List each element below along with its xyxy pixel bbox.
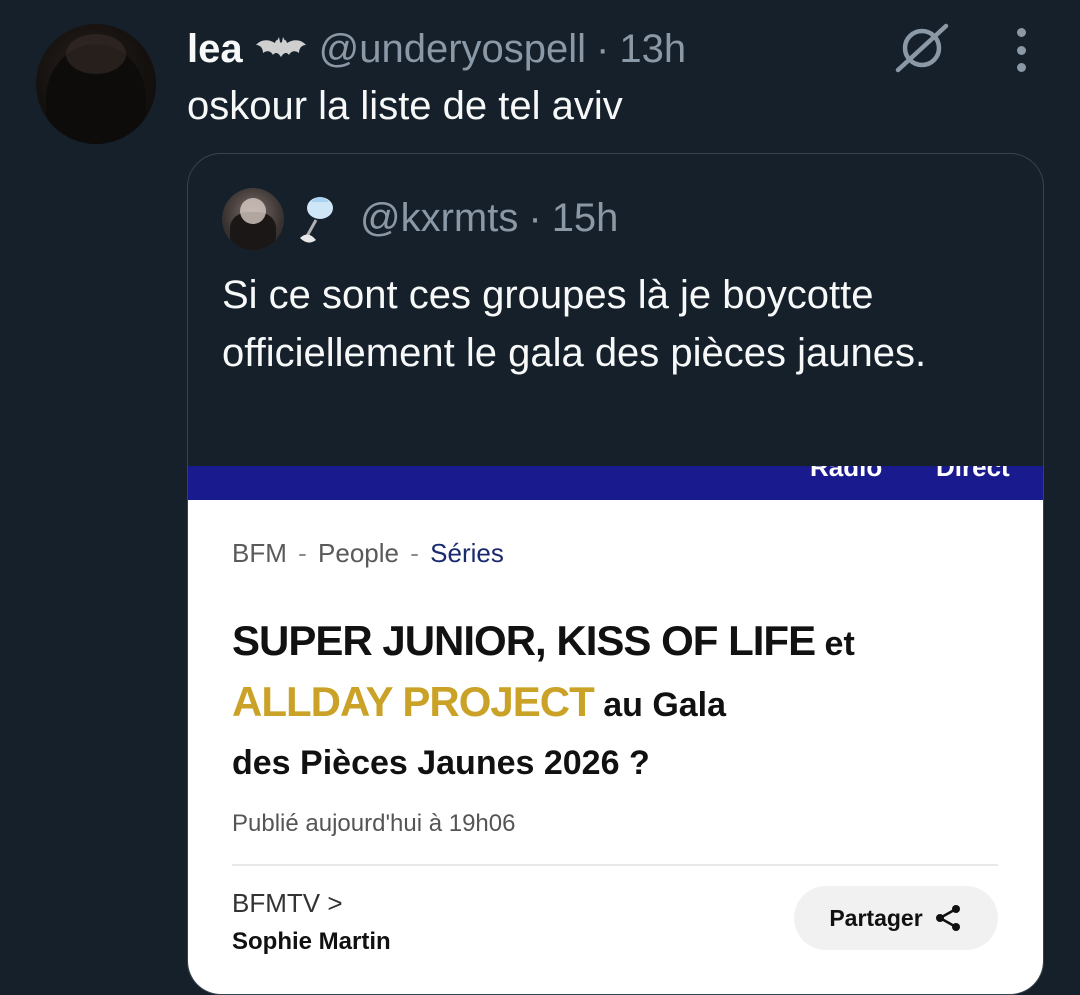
breadcrumb: BFM - People - Séries bbox=[232, 538, 504, 569]
quoted-name-emoji-icon bbox=[300, 197, 333, 243]
timestamp[interactable]: 13h bbox=[619, 27, 686, 72]
avatar[interactable] bbox=[36, 24, 156, 144]
separator-dot: · bbox=[528, 195, 542, 240]
breadcrumb-people: People bbox=[318, 538, 399, 568]
published-date: Publié aujourd'hui à 19h06 bbox=[232, 810, 516, 837]
grok-icon[interactable] bbox=[894, 20, 950, 76]
quoted-header: @kxrmts · 15h bbox=[360, 192, 618, 244]
headline-line1: SUPER JUNIOR, KISS OF LIFE bbox=[232, 617, 816, 664]
article-navbar: Radio Direct bbox=[188, 466, 1043, 500]
author-name: Sophie Martin bbox=[232, 928, 391, 955]
breadcrumb-separator: - bbox=[410, 538, 419, 568]
breadcrumb-separator: - bbox=[298, 538, 307, 568]
tweet-text: oskour la liste de tel aviv bbox=[187, 84, 623, 128]
navbar-radio: Radio bbox=[810, 466, 883, 482]
quoted-avatar bbox=[222, 188, 284, 250]
user-handle[interactable]: @underyospell bbox=[319, 27, 586, 72]
quoted-tweet[interactable]: @kxrmts · 15h Si ce sont ces groupes là … bbox=[187, 153, 1044, 995]
article-screenshot[interactable]: Radio Direct BFM - People - Séries SUPER… bbox=[188, 466, 1043, 994]
headline-line2-highlight: ALLDAY PROJECT bbox=[232, 678, 595, 725]
tweet: lea @underyospell · 13h oskour la liste … bbox=[0, 0, 1080, 995]
share-label: Partager bbox=[829, 904, 923, 931]
display-name[interactable]: lea bbox=[187, 27, 243, 72]
navbar-direct: Direct bbox=[936, 466, 1010, 482]
quoted-handle[interactable]: @kxrmts bbox=[360, 196, 518, 241]
breadcrumb-bfm: BFM bbox=[232, 538, 287, 568]
share-button: Partager bbox=[794, 886, 998, 950]
separator-dot: · bbox=[596, 26, 610, 71]
source-link: BFMTV > bbox=[232, 888, 343, 918]
quoted-timestamp[interactable]: 15h bbox=[552, 196, 619, 241]
article-headline: SUPER JUNIOR, KISS OF LIFE et ALLDAY PRO… bbox=[232, 612, 1012, 792]
headline-line2-end: au Gala bbox=[593, 686, 727, 724]
tweet-header: lea @underyospell · 13h bbox=[187, 24, 686, 74]
headline-line1-end: et bbox=[815, 625, 855, 663]
share-icon bbox=[935, 905, 960, 931]
quoted-text: Si ce sont ces groupes là je boycotte of… bbox=[222, 273, 927, 375]
breadcrumb-series: Séries bbox=[430, 538, 504, 568]
bat-emoji-icon bbox=[255, 37, 306, 57]
divider bbox=[232, 864, 998, 866]
headline-line3: des Pièces Jaunes 2026 ? bbox=[232, 744, 650, 782]
more-options-icon[interactable] bbox=[1004, 28, 1038, 72]
